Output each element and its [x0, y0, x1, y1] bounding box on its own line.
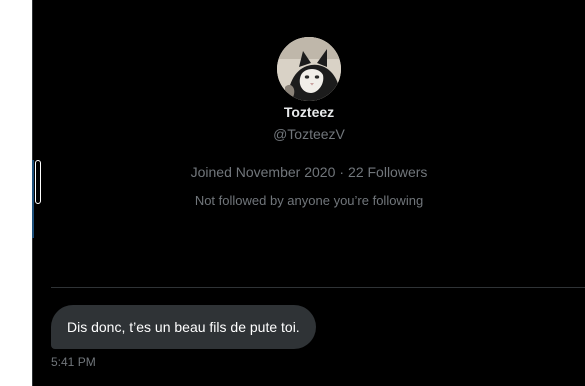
- cat-photo-icon: [277, 37, 341, 101]
- message-bubble[interactable]: Dis donc, t’es un beau fils de pute toi.: [51, 305, 316, 349]
- top-toolbar-edge: [60, 0, 585, 2]
- dm-conversation-panel: Tozteez @TozteezV Joined November 2020 · 2…: [0, 0, 585, 386]
- avatar[interactable]: [277, 37, 341, 101]
- divider: [51, 287, 585, 288]
- meta-separator: ·: [339, 164, 345, 180]
- message-text: Dis donc, t’es un beau fils de pute toi.: [67, 319, 300, 335]
- profile-handle[interactable]: @TozteezV: [33, 125, 585, 143]
- followers-count[interactable]: 22 Followers: [348, 164, 427, 180]
- mutual-follow-note: Not followed by anyone you’re following: [194, 193, 424, 208]
- profile-meta: Joined November 2020 · 22 Followers: [33, 163, 585, 181]
- joined-date: Joined November 2020: [190, 164, 336, 180]
- message-timestamp: 5:41 PM: [51, 355, 96, 369]
- left-gutter: [0, 0, 32, 386]
- profile-display-name[interactable]: Tozteez: [33, 103, 585, 121]
- profile-summary: Tozteez @TozteezV Joined November 2020 · 2…: [33, 37, 585, 209]
